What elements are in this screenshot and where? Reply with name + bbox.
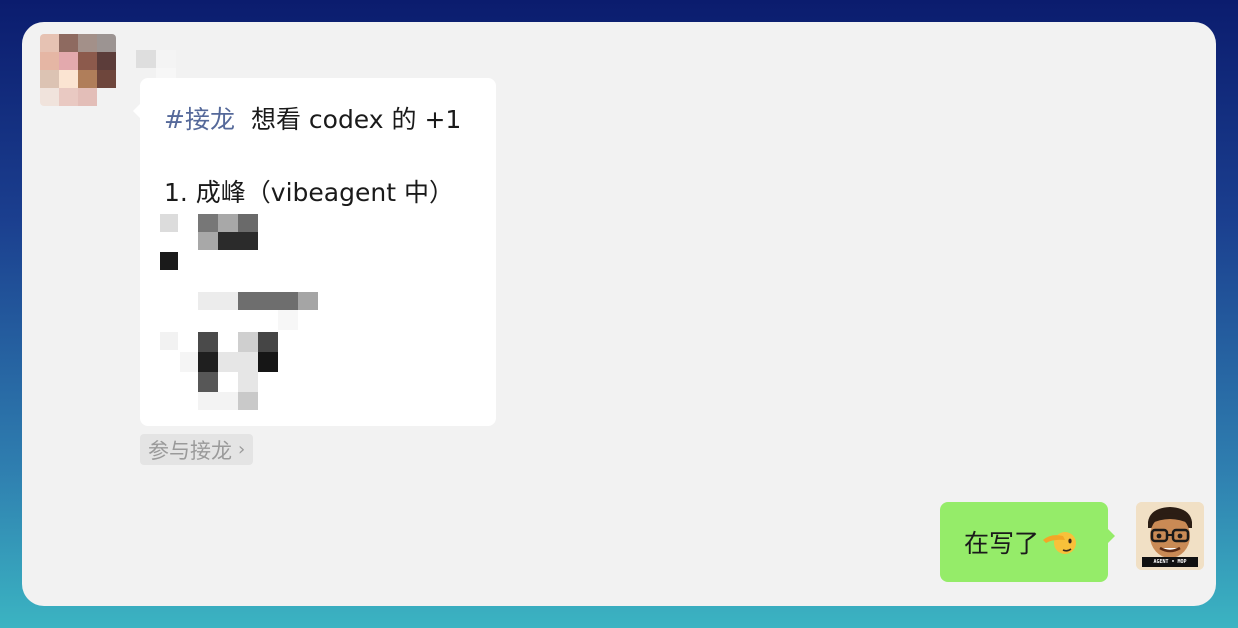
join-relay-button[interactable]: 参与接龙 › xyxy=(140,434,254,465)
message-title-line: #接龙 想看 codex 的 +1 xyxy=(164,100,461,136)
saluting-face-icon xyxy=(1041,527,1077,557)
user-avatar[interactable]: AGENT • MOP xyxy=(1136,502,1204,570)
avatar-badge-text: AGENT • MOP xyxy=(1153,559,1187,565)
join-relay-label: 参与接龙 xyxy=(148,438,232,463)
sender-name-redacted xyxy=(136,50,196,86)
chat-window: #接龙 想看 codex 的 +1 1. 成峰（vibeagent 中） 参与接… xyxy=(22,22,1216,606)
sender-avatar[interactable] xyxy=(40,34,116,106)
message-title: 想看 codex 的 +1 xyxy=(250,105,462,134)
outgoing-message-text: 在写了 xyxy=(964,529,1040,558)
outgoing-message-bubble[interactable]: 在写了 xyxy=(940,502,1115,582)
hashtag-link[interactable]: #接龙 xyxy=(164,105,235,134)
chevron-right-icon: › xyxy=(238,439,246,460)
relay-entry: 1. 成峰（vibeagent 中） xyxy=(164,178,454,207)
incoming-message-bubble[interactable]: #接龙 想看 codex 的 +1 1. 成峰（vibeagent 中） xyxy=(133,78,496,426)
